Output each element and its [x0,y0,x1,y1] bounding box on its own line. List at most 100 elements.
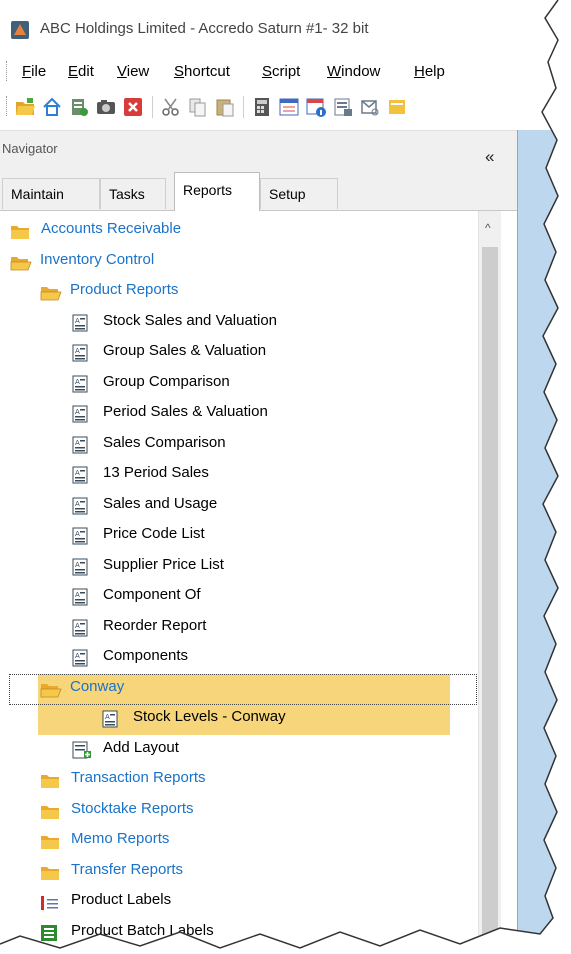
menu-script[interactable]: Script [262,63,300,80]
app-logo-icon [11,21,29,39]
tree-item-label: Transaction Reports [71,769,206,786]
open-folder-icon[interactable] [14,96,36,118]
tree-item-component-of[interactable]: A Component Of [72,580,470,610]
menu-shortcut[interactable]: Shortcut [174,63,230,80]
navigator-header: Navigator « [0,130,517,171]
tree-item-product-labels[interactable]: Product Labels [40,885,470,915]
svg-text:A: A [75,439,80,447]
tree-item-components[interactable]: A Components [72,641,470,671]
menu-view[interactable]: View [117,63,149,80]
tree-item-label: Group Sales & Valuation [103,342,267,359]
tree-item-sales-comparison[interactable]: A Sales Comparison [72,428,470,458]
tree-item-product-reports[interactable]: Product Reports [40,275,470,305]
tree-item-label: Transfer Reports [71,860,183,878]
scroll-up-arrow-icon[interactable]: ^ [485,221,491,235]
tab-reports[interactable]: Reports [174,172,260,211]
tree-item-label: Product Reports [70,281,179,298]
tab-tasks[interactable]: Tasks [100,178,166,209]
tree-item-label: Period Sales & Valuation [103,403,268,420]
tree-item-13-period-sales[interactable]: A 13 Period Sales [72,458,470,488]
tree-item-label: Reorder Report [103,616,207,634]
svg-text:A: A [75,500,80,508]
svg-text:A: A [75,530,80,538]
tree-item-label: Group Comparison [103,372,230,390]
tab-maintain[interactable]: Maintain [2,178,100,209]
copy-icon[interactable] [187,96,209,118]
menu-help[interactable]: Help [414,63,445,80]
svg-text:A: A [75,317,80,325]
navigator-title: Navigator [2,141,58,156]
svg-text:A: A [105,713,110,721]
tree-item-label: Stock Levels - Conway [133,708,286,725]
toolbar [0,86,571,128]
collapse-navigator-button[interactable]: « [485,147,494,167]
calculator-icon[interactable] [251,96,273,118]
camera-icon[interactable] [95,96,117,118]
svg-text:A: A [75,347,80,355]
svg-text:A: A [75,652,80,660]
toolbar-separator [243,96,244,118]
svg-text:A: A [75,469,80,477]
tree-item-period-sales-valuation[interactable]: A Period Sales & Valuation [72,397,470,427]
cut-icon[interactable] [160,96,182,118]
menubar-grip[interactable] [6,61,10,81]
tree-item-stock-sales-and-valuation[interactable]: A Stock Sales and Valuation [72,306,470,336]
toolbar-grip[interactable] [6,96,10,116]
folder-open-icon [40,282,62,312]
tree-item-memo-reports[interactable]: Memo Reports [40,824,470,854]
tree-item-group-comparison[interactable]: A Group Comparison [72,367,470,397]
paste-icon[interactable] [214,96,236,118]
tree-item-group-sales-valuation[interactable]: A Group Sales & Valuation [72,336,470,366]
window-title: ABC Holdings Limited - Accredo Saturn #1… [40,20,369,37]
tree-item-label: Product Batch Labels [71,921,214,939]
navigator-tabs: Maintain Tasks Reports Setup [0,170,517,211]
svg-text:A: A [75,561,80,569]
tree-item-label: Component Of [103,586,201,603]
calendar-info-icon[interactable] [305,96,327,118]
database-icon[interactable] [68,96,90,118]
tree-item-label: Components [103,647,189,664]
title-bar: ABC Holdings Limited - Accredo Saturn #1… [0,0,571,50]
tree-item-label: Memo Reports [71,830,170,847]
menu-edit[interactable]: Edit [68,63,94,80]
menu-file[interactable]: File [22,63,46,80]
tree-item-supplier-price-list[interactable]: A Supplier Price List [72,550,470,580]
menu-window[interactable]: Window [327,63,380,80]
tree-item-reorder-report[interactable]: A Reorder Report [72,611,470,641]
tree-item-product-batch-labels[interactable]: Product Batch Labels [40,916,470,946]
folder-open-icon [40,679,62,709]
workspace-area [517,130,571,954]
tree-item-accounts-receivable[interactable]: Accounts Receivable [10,214,470,244]
tab-setup[interactable]: Setup [260,178,338,209]
report-icon[interactable] [332,96,354,118]
tree-item-stock-levels-conway[interactable]: A Stock Levels - Conway [102,702,470,732]
folder-open-icon [10,252,32,282]
tree-item-label: Conway [70,677,125,695]
close-red-icon[interactable] [122,96,144,118]
svg-text:A: A [75,408,80,416]
tree-item-conway[interactable]: Conway [40,672,470,702]
toolbar-separator [152,96,153,118]
tree-item-price-code-list[interactable]: A Price Code List [72,519,470,549]
tree-item-add-layout[interactable]: Add Layout [72,733,470,763]
tree-item-inventory-control[interactable]: Inventory Control [10,245,470,275]
tree-item-label: 13 Period Sales [103,464,209,481]
tree-item-label: Price Code List [103,525,205,542]
menu-bar: File Edit View Shortcut Script Window He… [0,55,571,85]
scroll-thumb[interactable] [482,247,498,954]
tree-item-label: Add Layout [103,738,179,756]
tree-item-transaction-reports[interactable]: Transaction Reports [40,763,470,793]
notes-icon[interactable] [386,96,408,118]
svg-text:A: A [75,591,80,599]
tree-item-stocktake-reports[interactable]: Stocktake Reports [40,794,470,824]
tree-item-sales-and-usage[interactable]: A Sales and Usage [72,489,470,519]
tree-item-transfer-reports[interactable]: Transfer Reports [40,855,470,885]
reports-tree: Accounts Receivable Inventory Control Prod… [0,211,477,954]
tree-scrollbar[interactable]: ^ [478,211,501,954]
tree-item-label: Accounts Receivable [41,220,182,237]
home-icon[interactable] [41,96,63,118]
calendar-icon[interactable] [278,96,300,118]
inbox-icon[interactable] [359,96,381,118]
svg-text:A: A [75,622,80,630]
tree-item-label: Supplier Price List [103,555,224,573]
